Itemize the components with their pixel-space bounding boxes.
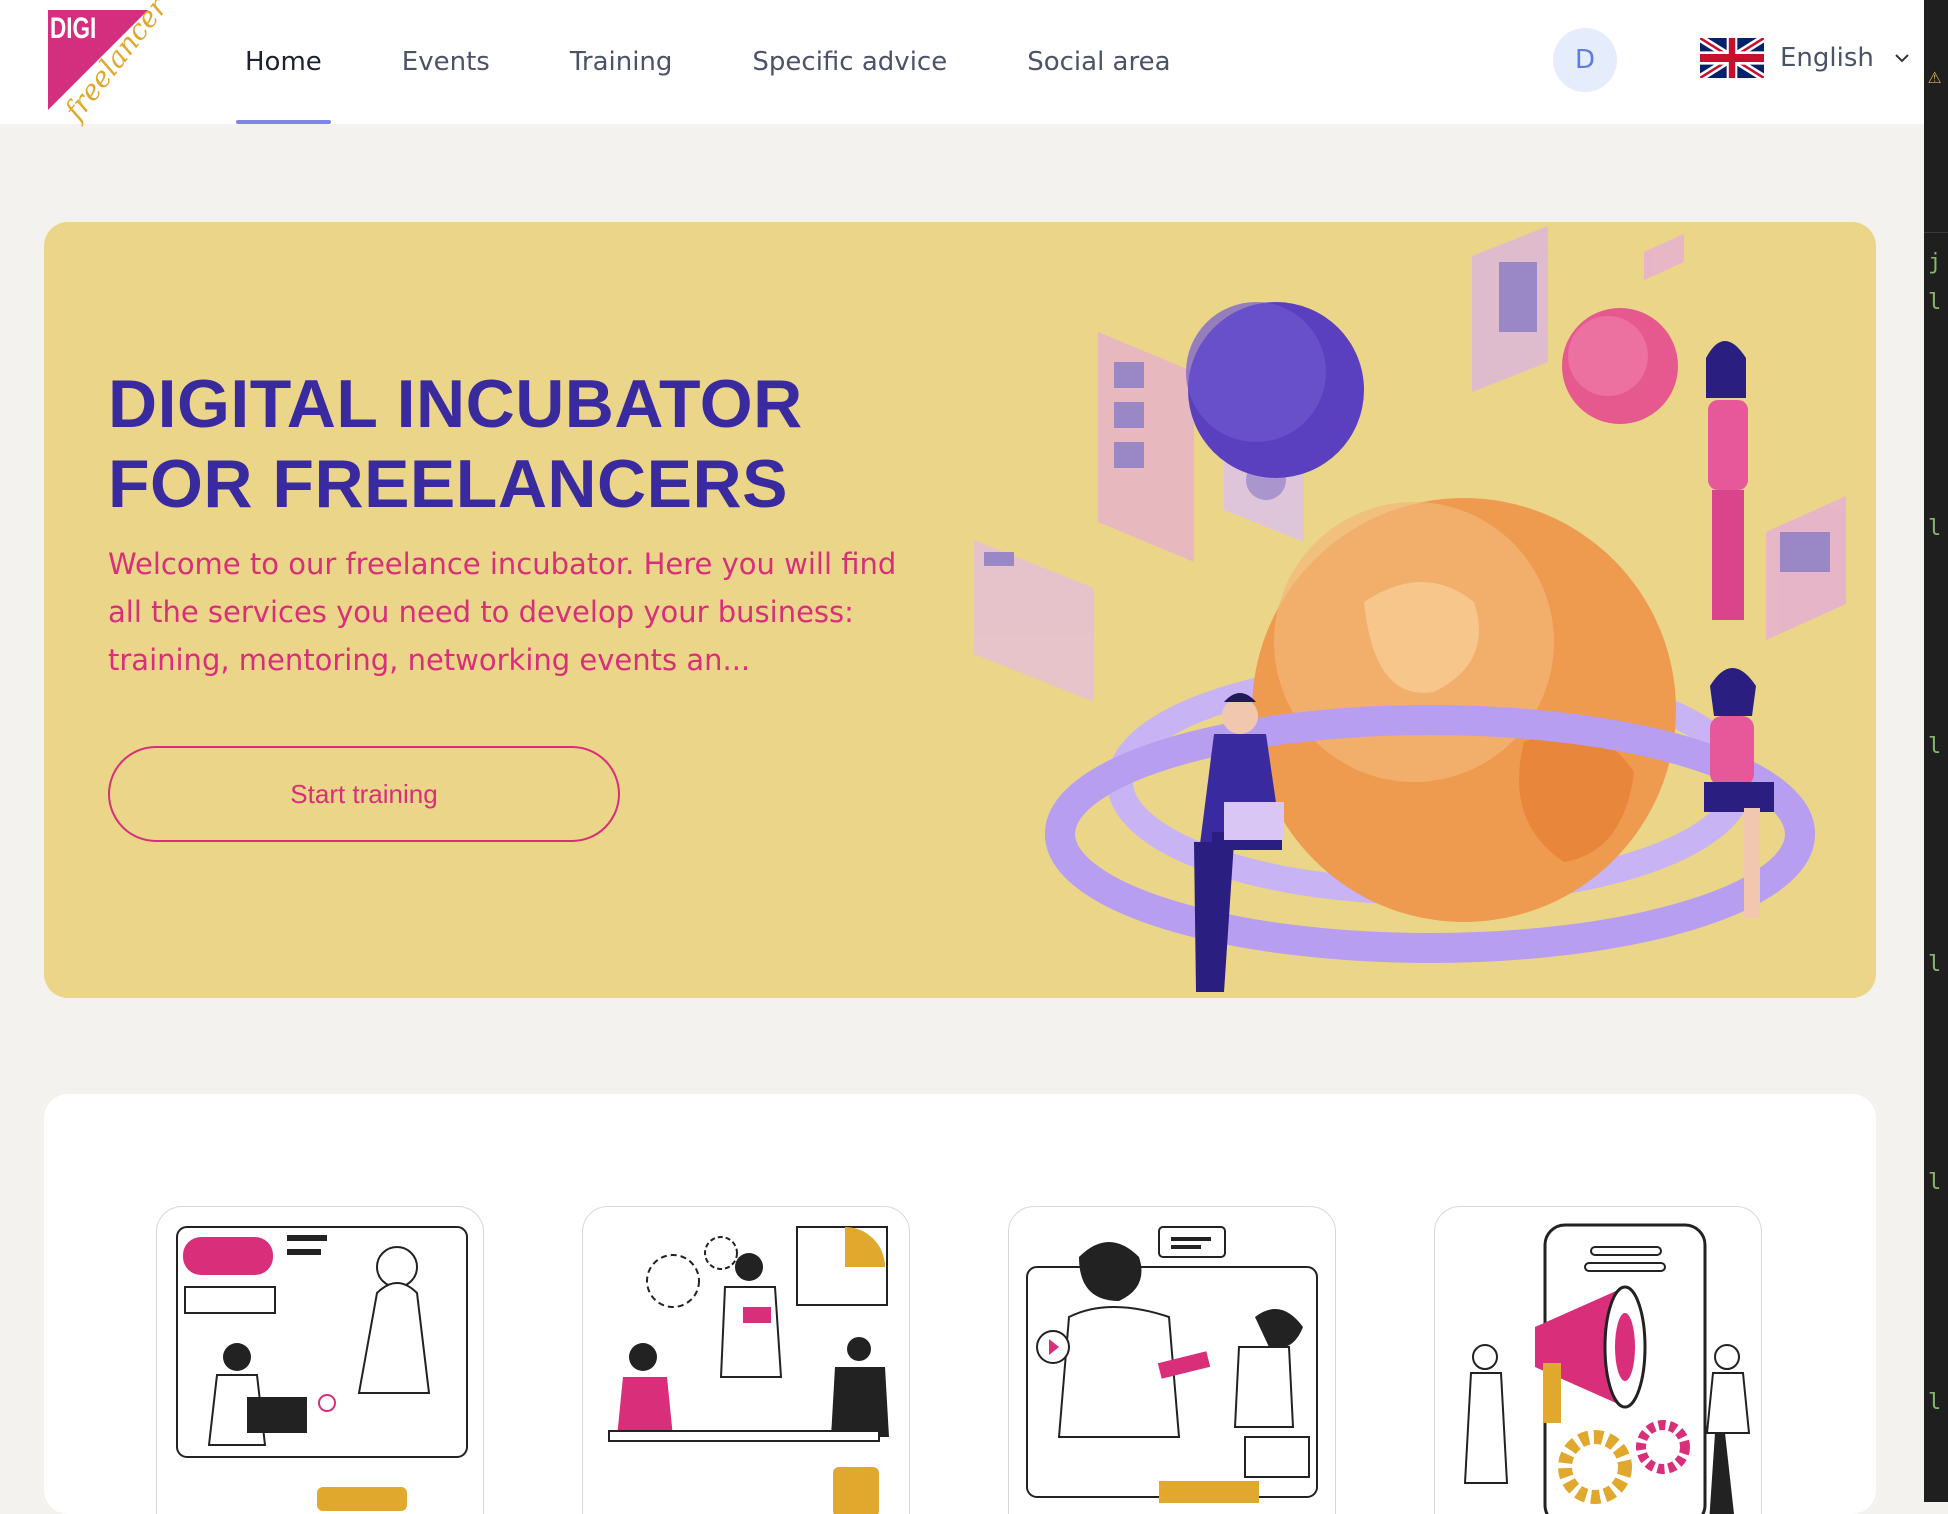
logo-text-digi: DIGI [50, 12, 97, 45]
nav-item-training[interactable]: Training [561, 0, 682, 124]
main-nav: Home Events Training Specific advice Soc… [236, 0, 1242, 124]
devtools-panel-edge: ⚠ j l l l l l l [1924, 0, 1948, 1502]
hero-title: DIGITAL INCUBATOR FOR FREELANCERS [108, 364, 948, 524]
chevron-down-icon [1895, 54, 1909, 63]
language-selector[interactable]: English [1700, 38, 1910, 78]
digi-freelancer-logo[interactable]: DIGI freelancer [44, 0, 174, 126]
team-meeting-illustration [608, 1226, 889, 1514]
nav-item-home[interactable]: Home [236, 0, 331, 124]
service-card-team-meeting[interactable] [582, 1206, 910, 1514]
top-navigation-bar: DIGI freelancer Home Events Training Spe… [0, 0, 1924, 126]
hero-banner: DIGITAL INCUBATOR FOR FREELANCERS Welcom… [44, 222, 1876, 998]
start-training-button[interactable]: Start training [108, 746, 620, 842]
hero-description: Welcome to our freelance incubator. Here… [108, 547, 897, 677]
language-label: English [1780, 43, 1874, 73]
service-card-video-mentoring[interactable] [1008, 1206, 1336, 1514]
warning-icon: ⚠ [1928, 64, 1942, 89]
nav-item-specific-advice[interactable]: Specific advice [743, 0, 956, 124]
marketing-megaphone-illustration [1463, 1223, 1751, 1514]
online-training-illustration [176, 1226, 468, 1511]
services-section [44, 1094, 1876, 1514]
nav-item-events[interactable]: Events [393, 0, 499, 124]
hero-title-line1: DIGITAL INCUBATOR [108, 366, 803, 442]
service-card-marketing[interactable] [1434, 1206, 1762, 1514]
nav-item-social-area[interactable]: Social area [1018, 0, 1179, 124]
hero-title-line2: FOR FREELANCERS [108, 446, 788, 522]
freelancers-globe-illustration [974, 226, 1846, 992]
service-card-online-training[interactable] [156, 1206, 484, 1514]
uk-flag-icon [1700, 38, 1764, 78]
user-avatar[interactable]: D [1553, 28, 1617, 92]
video-mentoring-illustration [1026, 1226, 1318, 1503]
woman-standing [1706, 341, 1748, 620]
